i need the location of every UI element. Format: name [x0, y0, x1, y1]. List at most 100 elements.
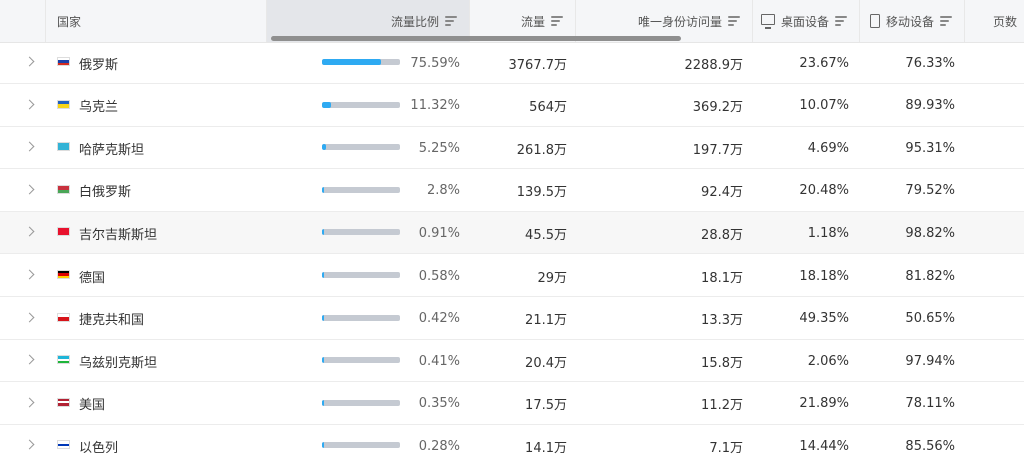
- country-name[interactable]: 乌克兰: [79, 85, 118, 127]
- sort-icon[interactable]: [445, 16, 457, 26]
- share-bar-fill: [322, 186, 325, 193]
- share-bar: [322, 357, 400, 364]
- share-value: 11.32%: [410, 98, 460, 114]
- share-value: 0.91%: [418, 225, 460, 241]
- column-header-desktop[interactable]: 桌面设备: [753, 0, 860, 42]
- table-row[interactable]: 哈萨克斯坦 5.25% 261.8万 197.7万 4.69% 95.31%: [0, 127, 1024, 170]
- mobile-share-value: 98.82%: [905, 225, 955, 241]
- chevron-right-icon[interactable]: [24, 312, 35, 323]
- table-row[interactable]: 以色列 0.28% 14.1万 7.1万 14.44% 85.56%: [0, 425, 1024, 461]
- desktop-share-value: 20.48%: [799, 183, 849, 199]
- table-row[interactable]: 俄罗斯 75.59% 3767.7万 2288.9万 23.67% 76.33%: [0, 42, 1024, 84]
- horizontal-scrollbar[interactable]: [271, 36, 681, 41]
- country-flag-icon: [57, 355, 70, 365]
- column-header-mobile[interactable]: 移动设备: [860, 0, 965, 42]
- sort-icon[interactable]: [551, 16, 563, 26]
- country-name[interactable]: 俄罗斯: [79, 42, 118, 84]
- country-flag-icon: [57, 142, 70, 152]
- country-name[interactable]: 德国: [79, 255, 105, 297]
- share-bar: [322, 399, 400, 406]
- column-header-pages[interactable]: 页数: [965, 0, 1024, 42]
- unique-visitors-value: 197.7万: [692, 142, 743, 158]
- table-row[interactable]: 德国 0.58% 29万 18.1万 18.18% 81.82%: [0, 255, 1024, 297]
- share-bar: [322, 229, 400, 236]
- desktop-share-value: 21.89%: [799, 396, 849, 412]
- table-row[interactable]: 白俄罗斯 2.8% 139.5万 92.4万 20.48% 79.52%: [0, 170, 1024, 212]
- table-row[interactable]: 乌克兰 11.32% 564万 369.2万 10.07% 89.93%: [0, 85, 1024, 127]
- unique-visitors-value: 369.2万: [692, 100, 743, 116]
- chevron-right-icon[interactable]: [24, 226, 35, 237]
- mobile-share-value: 81.82%: [905, 268, 955, 284]
- column-header-mobile-label: 移动设备: [885, 14, 934, 29]
- unique-visitors-value: 28.8万: [701, 227, 743, 243]
- column-header-share-label: 流量比例: [390, 14, 439, 29]
- column-header-traffic-label: 流量: [520, 14, 545, 29]
- sort-icon[interactable]: [835, 16, 847, 26]
- share-bar: [322, 314, 400, 321]
- share-bar-fill: [322, 229, 324, 236]
- table-row[interactable]: 捷克共和国 0.42% 21.1万 13.3万 49.35% 50.65%: [0, 298, 1024, 340]
- desktop-share-value: 2.06%: [807, 353, 849, 369]
- country-name[interactable]: 捷克共和国: [79, 298, 144, 340]
- country-name[interactable]: 以色列: [79, 425, 118, 461]
- chevron-right-icon[interactable]: [24, 141, 35, 152]
- share-bar: [322, 442, 400, 449]
- desktop-share-value: 18.18%: [799, 268, 849, 284]
- share-bar: [322, 101, 400, 108]
- unique-visitors-value: 13.3万: [701, 313, 743, 329]
- unique-visitors-value: 11.2万: [701, 398, 743, 414]
- mobile-share-value: 78.11%: [905, 396, 955, 412]
- sort-icon[interactable]: [940, 16, 952, 26]
- country-flag-icon: [57, 57, 70, 66]
- table-header: 国家 流量比例 流量 唯一身份访问量 桌面设备 移动设备 页数: [0, 0, 1024, 43]
- share-value: 75.59%: [410, 55, 460, 71]
- unique-visitors-value: 2288.9万: [684, 57, 744, 73]
- table-row[interactable]: 吉尔吉斯斯坦 0.91% 45.5万 28.8万 1.18% 98.82%: [0, 212, 1024, 255]
- share-value: 0.42%: [418, 311, 460, 327]
- mobile-share-value: 89.93%: [905, 98, 955, 114]
- desktop-icon: [760, 13, 775, 29]
- chevron-right-icon[interactable]: [24, 269, 35, 280]
- traffic-value: 261.8万: [516, 142, 567, 158]
- unique-visitors-value: 7.1万: [709, 440, 743, 456]
- unique-visitors-value: 15.8万: [701, 355, 743, 371]
- share-value: 0.58%: [418, 268, 460, 284]
- mobile-share-value: 76.33%: [905, 55, 955, 71]
- share-bar-fill: [322, 314, 324, 321]
- desktop-share-value: 49.35%: [799, 311, 849, 327]
- chevron-right-icon[interactable]: [24, 99, 35, 110]
- country-name[interactable]: 乌兹别克斯坦: [79, 340, 157, 382]
- sort-icon[interactable]: [728, 16, 740, 26]
- column-header-country[interactable]: 国家: [46, 0, 267, 42]
- mobile-share-value: 95.31%: [905, 140, 955, 156]
- traffic-value: 14.1万: [525, 440, 567, 456]
- traffic-value: 3767.7万: [508, 57, 568, 73]
- share-bar: [322, 59, 400, 65]
- chevron-right-icon[interactable]: [24, 397, 35, 408]
- desktop-share-value: 10.07%: [799, 98, 849, 114]
- country-name[interactable]: 吉尔吉斯斯坦: [79, 212, 157, 254]
- share-value: 2.8%: [426, 183, 460, 199]
- mobile-share-value: 79.52%: [905, 183, 955, 199]
- traffic-value: 564万: [529, 100, 567, 116]
- table-row[interactable]: 乌兹别克斯坦 0.41% 20.4万 15.8万 2.06% 97.94%: [0, 340, 1024, 383]
- chevron-right-icon[interactable]: [24, 439, 35, 450]
- mobile-share-value: 50.65%: [905, 311, 955, 327]
- share-bar: [322, 144, 400, 151]
- column-header-desktop-label: 桌面设备: [780, 14, 829, 29]
- share-bar-fill: [322, 442, 324, 449]
- desktop-share-value: 4.69%: [807, 140, 849, 156]
- chevron-right-icon[interactable]: [24, 56, 35, 67]
- traffic-value: 20.4万: [525, 355, 567, 371]
- country-name[interactable]: 哈萨克斯坦: [79, 127, 144, 169]
- country-name[interactable]: 美国: [79, 383, 105, 425]
- share-bar-fill: [322, 357, 324, 364]
- chevron-right-icon[interactable]: [24, 354, 35, 365]
- country-name[interactable]: 白俄罗斯: [79, 170, 131, 212]
- chevron-right-icon[interactable]: [24, 184, 35, 195]
- share-bar-fill: [322, 144, 327, 151]
- traffic-value: 139.5万: [516, 185, 567, 201]
- table-row[interactable]: 美国 0.35% 17.5万 11.2万 21.89% 78.11%: [0, 383, 1024, 425]
- traffic-value: 17.5万: [525, 398, 567, 414]
- traffic-value: 21.1万: [525, 313, 567, 329]
